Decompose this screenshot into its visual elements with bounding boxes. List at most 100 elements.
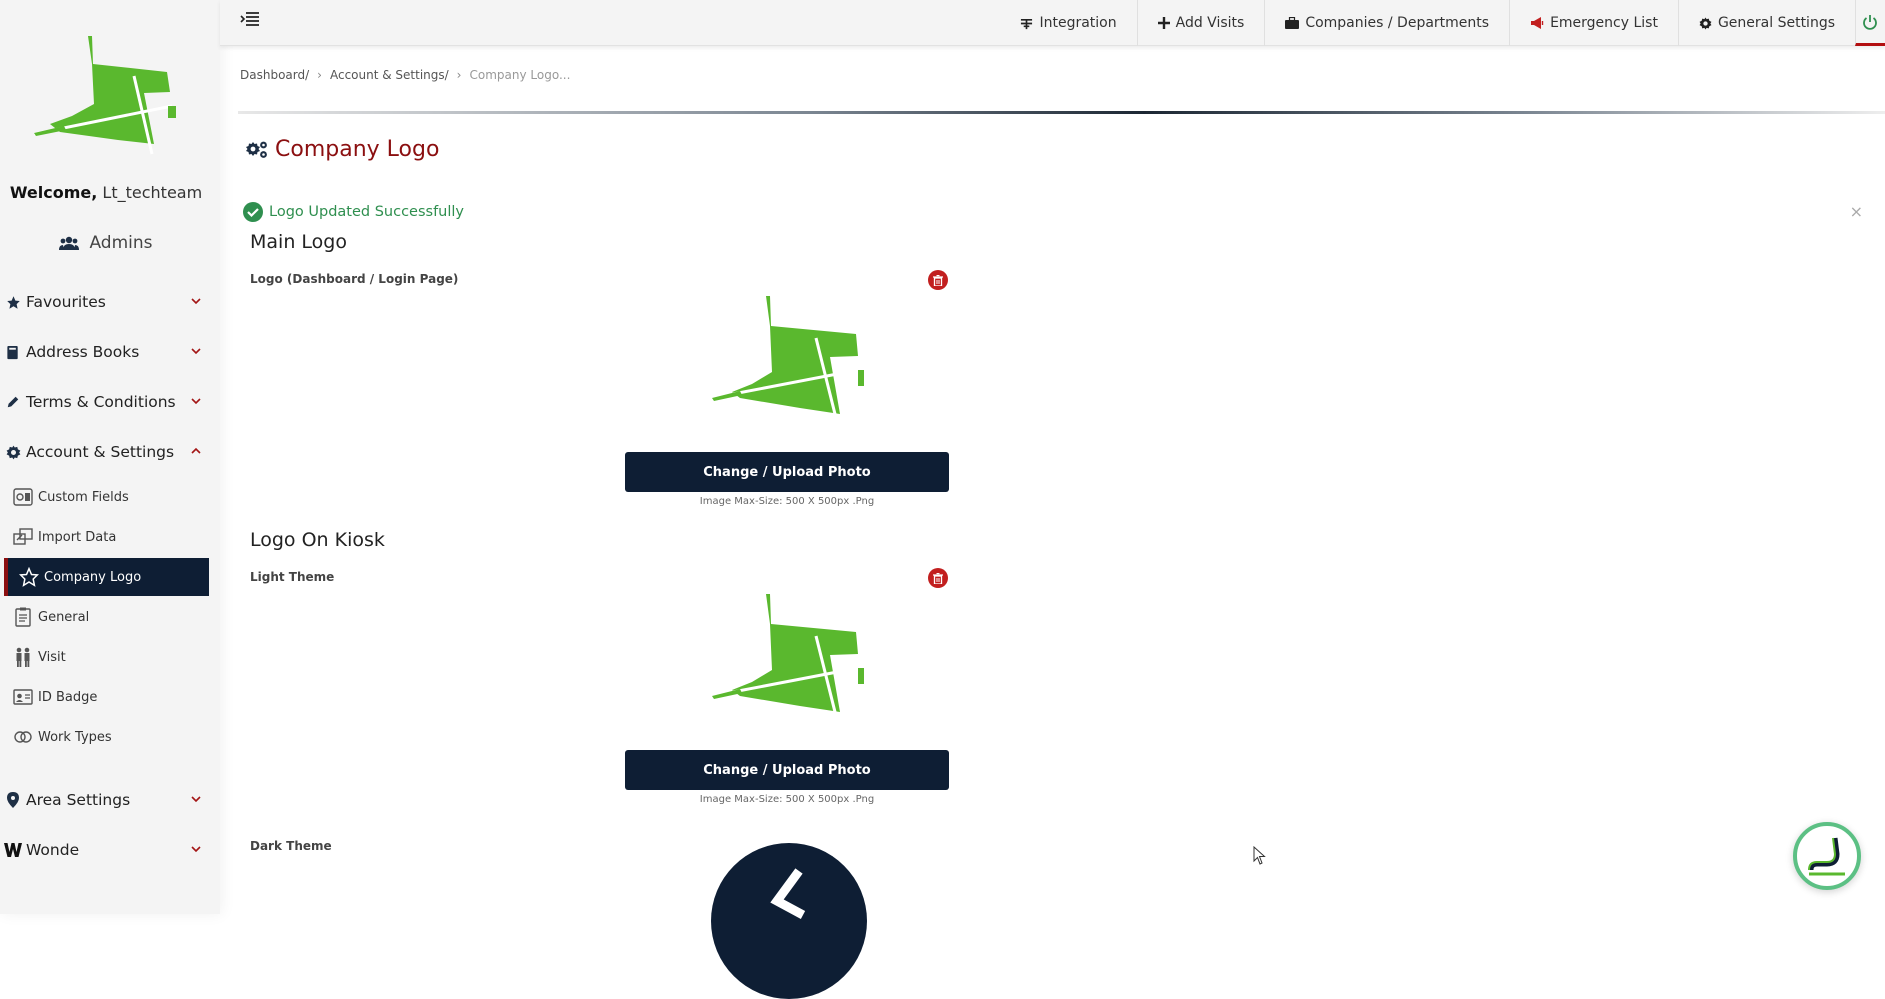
submenu-visit[interactable]: Visit [4, 638, 209, 676]
brand-logo[interactable] [34, 36, 184, 158]
map-pin-icon [4, 791, 22, 809]
power-icon [1863, 14, 1877, 30]
chevron-down-icon [191, 846, 201, 853]
submenu-work-types-label: Work Types [38, 729, 112, 745]
chevron-down-icon [191, 348, 201, 355]
menu-account-settings[interactable]: Account & Settings [0, 436, 212, 468]
submenu-custom-fields-label: Custom Fields [38, 489, 129, 505]
chevron-down-icon [191, 298, 201, 305]
success-alert: Logo Updated Successfully × [243, 200, 1863, 224]
menu-favourites-label: Favourites [26, 293, 106, 311]
submenu-import-data[interactable]: Import Data [4, 518, 209, 556]
wonde-w-icon [4, 841, 22, 859]
main-logo-size-hint: Image Max-Size: 500 X 500px .Png [699, 496, 875, 507]
menu-terms-conditions-label: Terms & Conditions [26, 393, 176, 411]
nav-integration-label: Integration [1039, 15, 1117, 31]
admins-link[interactable]: Admins [0, 233, 212, 253]
book-icon [4, 343, 22, 361]
nav-companies-departments[interactable]: Companies / Departments [1264, 0, 1509, 46]
star-icon [4, 293, 22, 311]
chat-support-button[interactable] [1793, 822, 1861, 890]
main-logo-section-title: Main Logo [250, 231, 347, 253]
trash-icon [933, 274, 943, 286]
trash-icon [933, 572, 943, 584]
dark-theme-label: Dark Theme [250, 839, 332, 853]
light-logo-upload-button[interactable]: Change / Upload Photo [625, 750, 949, 790]
megaphone-icon [1531, 17, 1544, 29]
header-divider [238, 111, 1885, 114]
main-logo-field-label: Logo (Dashboard / Login Page) [250, 272, 459, 286]
nav-add-visits[interactable]: Add Visits [1136, 0, 1265, 46]
menu-address-books-label: Address Books [26, 343, 140, 361]
work-types-icon [12, 727, 34, 747]
page-title-text: Company Logo [275, 137, 440, 162]
sidebar: Welcome, Lt_techteam Admins Favourites A… [0, 0, 220, 914]
light-theme-logo-preview [711, 594, 864, 717]
check-circle-icon [243, 202, 263, 222]
breadcrumb-separator: › [317, 68, 322, 82]
menu-terms-conditions[interactable]: Terms & Conditions [0, 386, 212, 418]
menu-favourites[interactable]: Favourites [0, 286, 212, 318]
submenu-general[interactable]: General [4, 598, 209, 636]
breadcrumb: Dashboard/ › Account & Settings/ › Compa… [240, 68, 570, 82]
submenu-id-badge[interactable]: ID Badge [4, 678, 209, 716]
chevron-down-icon [191, 796, 201, 803]
welcome-text: Welcome, Lt_techteam [0, 183, 212, 202]
nav-general-settings[interactable]: General Settings [1677, 0, 1855, 46]
light-theme-label: Light Theme [250, 570, 335, 584]
main-logo-upload-button[interactable]: Change / Upload Photo [625, 452, 949, 492]
alert-text: Logo Updated Successfully [269, 204, 465, 220]
submenu-custom-fields[interactable]: Custom Fields [4, 478, 209, 516]
nav-general-settings-label: General Settings [1717, 15, 1835, 31]
breadcrumb-separator: › [456, 68, 462, 82]
menu-area-settings[interactable]: Area Settings [0, 784, 212, 816]
menu-toggle-icon[interactable] [240, 11, 260, 29]
breadcrumb-account-settings[interactable]: Account & Settings/ [330, 68, 449, 82]
submenu-id-badge-label: ID Badge [38, 689, 98, 705]
close-icon[interactable]: × [1850, 202, 1863, 221]
top-nav: Integration Add Visits Companies / Depar… [1000, 0, 1885, 46]
briefcase-icon [1285, 17, 1300, 29]
breadcrumb-current: Company Logo... [469, 68, 571, 82]
kiosk-logo-section-title: Logo On Kiosk [250, 529, 385, 551]
chevron-left-icon [770, 868, 806, 919]
welcome-user: Lt_techteam [102, 183, 203, 202]
page-title: Company Logo [245, 137, 439, 162]
submenu-import-data-label: Import Data [38, 529, 117, 545]
nav-integration[interactable]: Integration [1000, 0, 1136, 46]
menu-address-books[interactable]: Address Books [0, 336, 212, 368]
nav-emergency-list-label: Emergency List [1550, 15, 1658, 31]
top-bar: Integration Add Visits Companies / Depar… [220, 0, 1885, 46]
breadcrumb-dashboard[interactable]: Dashboard/ [240, 68, 309, 82]
submenu-general-label: General [38, 609, 90, 625]
plus-icon [1157, 17, 1170, 29]
admins-label: Admins [89, 233, 153, 253]
delete-light-logo-button[interactable] [928, 568, 948, 588]
dark-theme-logo-preview [711, 843, 867, 999]
light-logo-size-hint: Image Max-Size: 500 X 500px .Png [699, 794, 875, 805]
submenu-company-logo[interactable]: Company Logo [4, 558, 209, 596]
integration-icon [1021, 18, 1033, 29]
pencil-icon [4, 393, 22, 411]
company-logo-star-icon [18, 567, 40, 587]
delete-main-logo-button[interactable] [928, 270, 948, 290]
gear-icon [4, 443, 22, 461]
gears-icon [246, 141, 267, 158]
menu-wonde[interactable]: Wonde [0, 834, 212, 866]
menu-area-settings-label: Area Settings [26, 791, 131, 809]
menu-account-settings-label: Account & Settings [26, 443, 175, 461]
nav-emergency-list[interactable]: Emergency List [1509, 0, 1678, 46]
main-logo-preview [711, 296, 864, 419]
nav-add-visits-label: Add Visits [1175, 15, 1245, 31]
import-data-icon [12, 527, 34, 547]
welcome-prefix: Welcome, [9, 183, 98, 202]
submenu-work-types[interactable]: Work Types [4, 718, 209, 756]
chevron-up-icon [191, 447, 201, 454]
menu-wonde-label: Wonde [26, 841, 80, 859]
users-icon [59, 236, 80, 250]
clipboard-icon [12, 607, 34, 627]
nav-companies-departments-label: Companies / Departments [1305, 15, 1490, 31]
submenu-company-logo-label: Company Logo [44, 569, 142, 585]
power-button[interactable] [1855, 0, 1885, 46]
mouse-cursor-icon [1253, 846, 1266, 865]
